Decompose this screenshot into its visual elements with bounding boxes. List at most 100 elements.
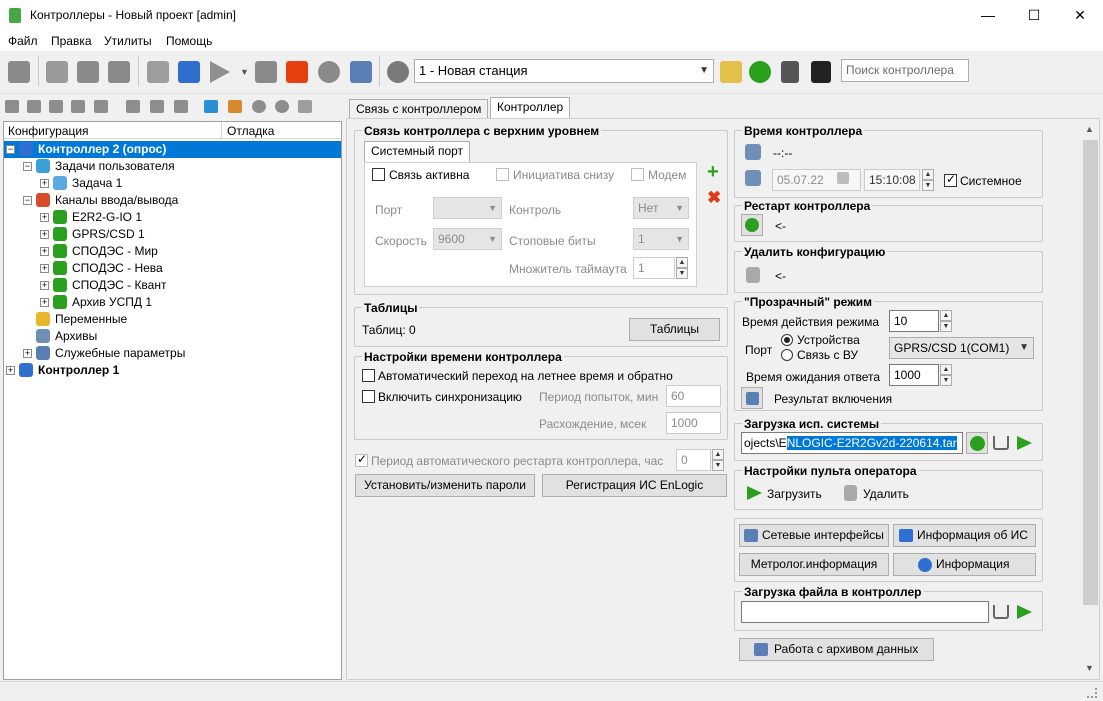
result-button[interactable]	[741, 387, 763, 409]
gear-icon[interactable]	[387, 61, 409, 83]
hexagon-icon[interactable]	[49, 100, 63, 113]
save-icon[interactable]	[8, 61, 30, 83]
radio-devices[interactable]	[781, 334, 793, 346]
cut-icon[interactable]	[46, 61, 68, 83]
stop-gray-icon[interactable]	[255, 61, 277, 83]
expand-icon[interactable]: +	[40, 281, 49, 290]
write-time-icon[interactable]	[745, 170, 761, 186]
expand-icon[interactable]: +	[40, 264, 49, 273]
menu-edit[interactable]: Правка	[51, 34, 92, 48]
resize-grip-icon[interactable]	[1087, 688, 1097, 698]
plug-icon[interactable]	[94, 100, 108, 113]
duration-input[interactable]: 10	[889, 310, 939, 332]
period-input[interactable]: 60	[666, 385, 721, 407]
tool-icon[interactable]	[174, 100, 188, 113]
numbered-list-icon[interactable]	[147, 61, 169, 83]
close-button[interactable]: ✕	[1057, 0, 1103, 31]
dst-checkbox[interactable]	[362, 369, 375, 382]
trash-icon[interactable]	[746, 267, 760, 283]
send-icon[interactable]	[1017, 605, 1032, 619]
expand-icon[interactable]: +	[40, 247, 49, 256]
pause-icon[interactable]	[318, 61, 340, 83]
timeout-spinner[interactable]: ▲ ▼	[676, 257, 688, 279]
import-icon[interactable]	[204, 100, 218, 113]
scroll-thumb[interactable]	[1083, 140, 1098, 605]
tree-column-configuration[interactable]: Конфигурация	[8, 124, 89, 138]
network-interfaces-button[interactable]: Сетевые интерфейсы	[739, 524, 889, 547]
collapse-icon[interactable]: −	[23, 196, 32, 205]
remove-icon[interactable]: ✖	[707, 189, 721, 206]
time-input[interactable]: 15:10:08	[864, 169, 920, 191]
report-icon[interactable]	[720, 61, 742, 83]
compile-icon[interactable]	[178, 61, 200, 83]
passwords-button[interactable]: Установить/изменить пароли	[355, 474, 535, 497]
collapse-icon[interactable]: −	[6, 145, 15, 154]
expand-icon[interactable]: +	[40, 213, 49, 222]
expand-icon[interactable]: +	[40, 179, 49, 188]
expand-icon[interactable]: +	[40, 230, 49, 239]
modem-checkbox[interactable]	[631, 168, 644, 181]
collapse-icon[interactable]: −	[23, 162, 32, 171]
scroll-down-icon[interactable]: ▼	[1085, 663, 1094, 673]
wait-spinner[interactable]: ▲ ▼	[940, 364, 952, 386]
close-icon[interactable]	[298, 100, 312, 113]
tag-icon[interactable]	[71, 100, 85, 113]
terminal-icon[interactable]	[811, 61, 831, 83]
delete-button[interactable]: Удалить	[863, 487, 909, 501]
load-button[interactable]: Загрузить	[767, 487, 822, 501]
refresh-icon[interactable]	[749, 61, 771, 83]
scroll-up-icon[interactable]: ▲	[1085, 124, 1094, 134]
up-arrow-icon[interactable]	[252, 100, 266, 113]
initiative-checkbox[interactable]	[496, 168, 509, 181]
expand-icon[interactable]: +	[6, 366, 15, 375]
stop-icon[interactable]	[286, 61, 308, 83]
archive-button[interactable]: Работа с архивом данных	[739, 638, 934, 661]
system-time-checkbox[interactable]	[944, 172, 957, 187]
restart-period-spinner[interactable]: ▲ ▼	[712, 449, 724, 471]
paste-icon[interactable]	[108, 61, 130, 83]
radio-vu[interactable]	[781, 349, 793, 361]
copy-icon[interactable]	[77, 61, 99, 83]
tab-system-port[interactable]: Системный порт	[364, 141, 471, 163]
tab-link[interactable]: Связь с контроллером	[349, 99, 489, 119]
expand-icon[interactable]: +	[23, 349, 32, 358]
menu-file[interactable]: Файл	[8, 34, 38, 48]
mode-port-select[interactable]: GPRS/CSD 1(COM1) ▼	[889, 337, 1034, 359]
duration-spinner[interactable]: ▲ ▼	[940, 310, 952, 332]
add-icon[interactable]: +	[707, 162, 719, 182]
dropdown-arrow-icon[interactable]: ▼	[240, 67, 249, 77]
maximize-button[interactable]: ☐	[1011, 0, 1057, 31]
system-load-path[interactable]: ojects\ENLOGIC-E2R2Gv2d-220614.tar	[741, 432, 963, 454]
controller-search-input[interactable]: Поиск контроллера	[841, 59, 969, 82]
eraser-icon[interactable]	[27, 100, 41, 113]
time-spinner[interactable]: ▲ ▼	[922, 169, 934, 191]
register-button[interactable]: Регистрация ИС EnLogic	[542, 474, 727, 497]
diff-input[interactable]: 1000	[666, 412, 721, 434]
cart-icon[interactable]	[993, 605, 1009, 619]
metrology-button[interactable]: Метролог.информация	[739, 553, 889, 576]
menu-utilities[interactable]: Утилиты	[104, 34, 152, 48]
tab-controller[interactable]: Контроллер	[490, 97, 571, 119]
cart-icon[interactable]	[993, 436, 1009, 450]
trash-icon[interactable]	[844, 485, 857, 501]
file-load-input[interactable]	[741, 601, 989, 623]
control-select[interactable]: Нет ▼	[633, 197, 689, 219]
bin-icon[interactable]	[150, 100, 164, 113]
restart-button[interactable]	[741, 214, 763, 236]
send-icon[interactable]	[1017, 436, 1032, 450]
load-icon[interactable]	[747, 486, 762, 500]
folder-icon[interactable]	[5, 100, 19, 113]
read-time-icon[interactable]	[745, 144, 761, 160]
speed-select[interactable]: 9600 ▼	[433, 228, 502, 250]
tree-column-debug[interactable]: Отладка	[227, 124, 274, 138]
minimize-button[interactable]: —	[965, 0, 1011, 31]
info-button[interactable]: Информация	[893, 553, 1036, 576]
tables-button[interactable]: Таблицы	[629, 318, 720, 341]
restart-period-input[interactable]: 0	[676, 449, 711, 471]
wait-input[interactable]: 1000	[889, 364, 939, 386]
document-icon[interactable]	[350, 61, 372, 83]
port-select[interactable]: ▼	[433, 197, 502, 219]
list-icon[interactable]	[781, 61, 799, 83]
restart-period-checkbox[interactable]	[355, 452, 368, 467]
link-active-checkbox[interactable]	[372, 168, 385, 181]
